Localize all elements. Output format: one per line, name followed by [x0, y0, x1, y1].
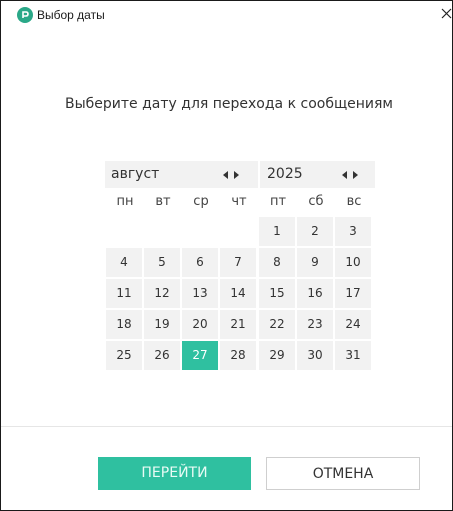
prev-year-icon[interactable]	[342, 170, 347, 179]
day-cell[interactable]: 13	[182, 279, 218, 308]
month-arrows	[223, 161, 239, 188]
prompt-heading: Выберите дату для перехода к сообщениям	[65, 96, 393, 112]
month-value: август	[111, 166, 160, 182]
prev-month-icon[interactable]	[223, 170, 228, 179]
day-cell[interactable]: 5	[144, 248, 180, 277]
day-cell[interactable]: 9	[297, 248, 333, 277]
year-selector[interactable]: 2025	[261, 161, 375, 188]
month-selector[interactable]: август	[105, 161, 257, 188]
close-button[interactable]	[440, 5, 453, 23]
day-cell[interactable]: 29	[259, 341, 295, 370]
day-cell[interactable]: 26	[144, 341, 180, 370]
day-cell[interactable]: 21	[220, 310, 256, 339]
day-cell[interactable]: 22	[259, 310, 295, 339]
day-cell[interactable]: 23	[297, 310, 333, 339]
day-cell[interactable]: 3	[335, 217, 371, 246]
day-cell[interactable]: 19	[144, 310, 180, 339]
weekday-label: вт	[155, 194, 171, 209]
day-cell[interactable]: 31	[335, 341, 371, 370]
day-cell[interactable]: 15	[259, 279, 295, 308]
day-cell[interactable]: 25	[106, 341, 142, 370]
title-bar: Выбор даты	[1, 1, 452, 27]
cancel-button[interactable]: ОТМЕНА	[266, 457, 420, 490]
day-cell[interactable]: 8	[259, 248, 295, 277]
day-cell[interactable]: 2	[297, 217, 333, 246]
day-cell[interactable]: 12	[144, 279, 180, 308]
day-cell[interactable]: 28	[220, 341, 256, 370]
year-value: 2025	[267, 166, 303, 182]
weekday-label: сб	[308, 194, 324, 209]
calendar-header: август 2025	[105, 161, 375, 188]
header-divider	[258, 161, 260, 188]
close-icon	[441, 8, 452, 19]
weekday-label: ср	[193, 194, 209, 209]
next-year-icon[interactable]	[353, 170, 358, 179]
day-cell-selected[interactable]: 27	[182, 341, 218, 370]
day-cell[interactable]: 20	[182, 310, 218, 339]
day-cell[interactable]: 30	[297, 341, 333, 370]
year-arrows	[342, 161, 358, 188]
footer-divider	[1, 426, 452, 427]
day-cell[interactable]: 17	[335, 279, 371, 308]
weekday-label: чт	[231, 194, 247, 209]
day-cell[interactable]: 24	[335, 310, 371, 339]
weekday-row: пн вт ср чт пт сб вс	[105, 191, 375, 213]
go-button[interactable]: ПЕРЕЙТИ	[98, 457, 251, 490]
day-cell[interactable]: 10	[335, 248, 371, 277]
day-cell[interactable]: 7	[220, 248, 256, 277]
day-cell[interactable]: 11	[106, 279, 142, 308]
day-cell[interactable]: 4	[106, 248, 142, 277]
day-cell[interactable]: 6	[182, 248, 218, 277]
day-cell[interactable]: 1	[259, 217, 295, 246]
weekday-label: пт	[269, 194, 287, 209]
weekday-label: вс	[346, 194, 362, 209]
day-cell[interactable]: 16	[297, 279, 333, 308]
weekday-label: пн	[116, 194, 134, 209]
date-picker-dialog: Выбор даты Выберите дату для перехода к …	[0, 0, 453, 511]
next-month-icon[interactable]	[234, 170, 239, 179]
day-cell[interactable]: 14	[220, 279, 256, 308]
window-title: Выбор даты	[37, 8, 105, 22]
day-cell[interactable]: 18	[106, 310, 142, 339]
app-logo-icon	[17, 7, 33, 23]
